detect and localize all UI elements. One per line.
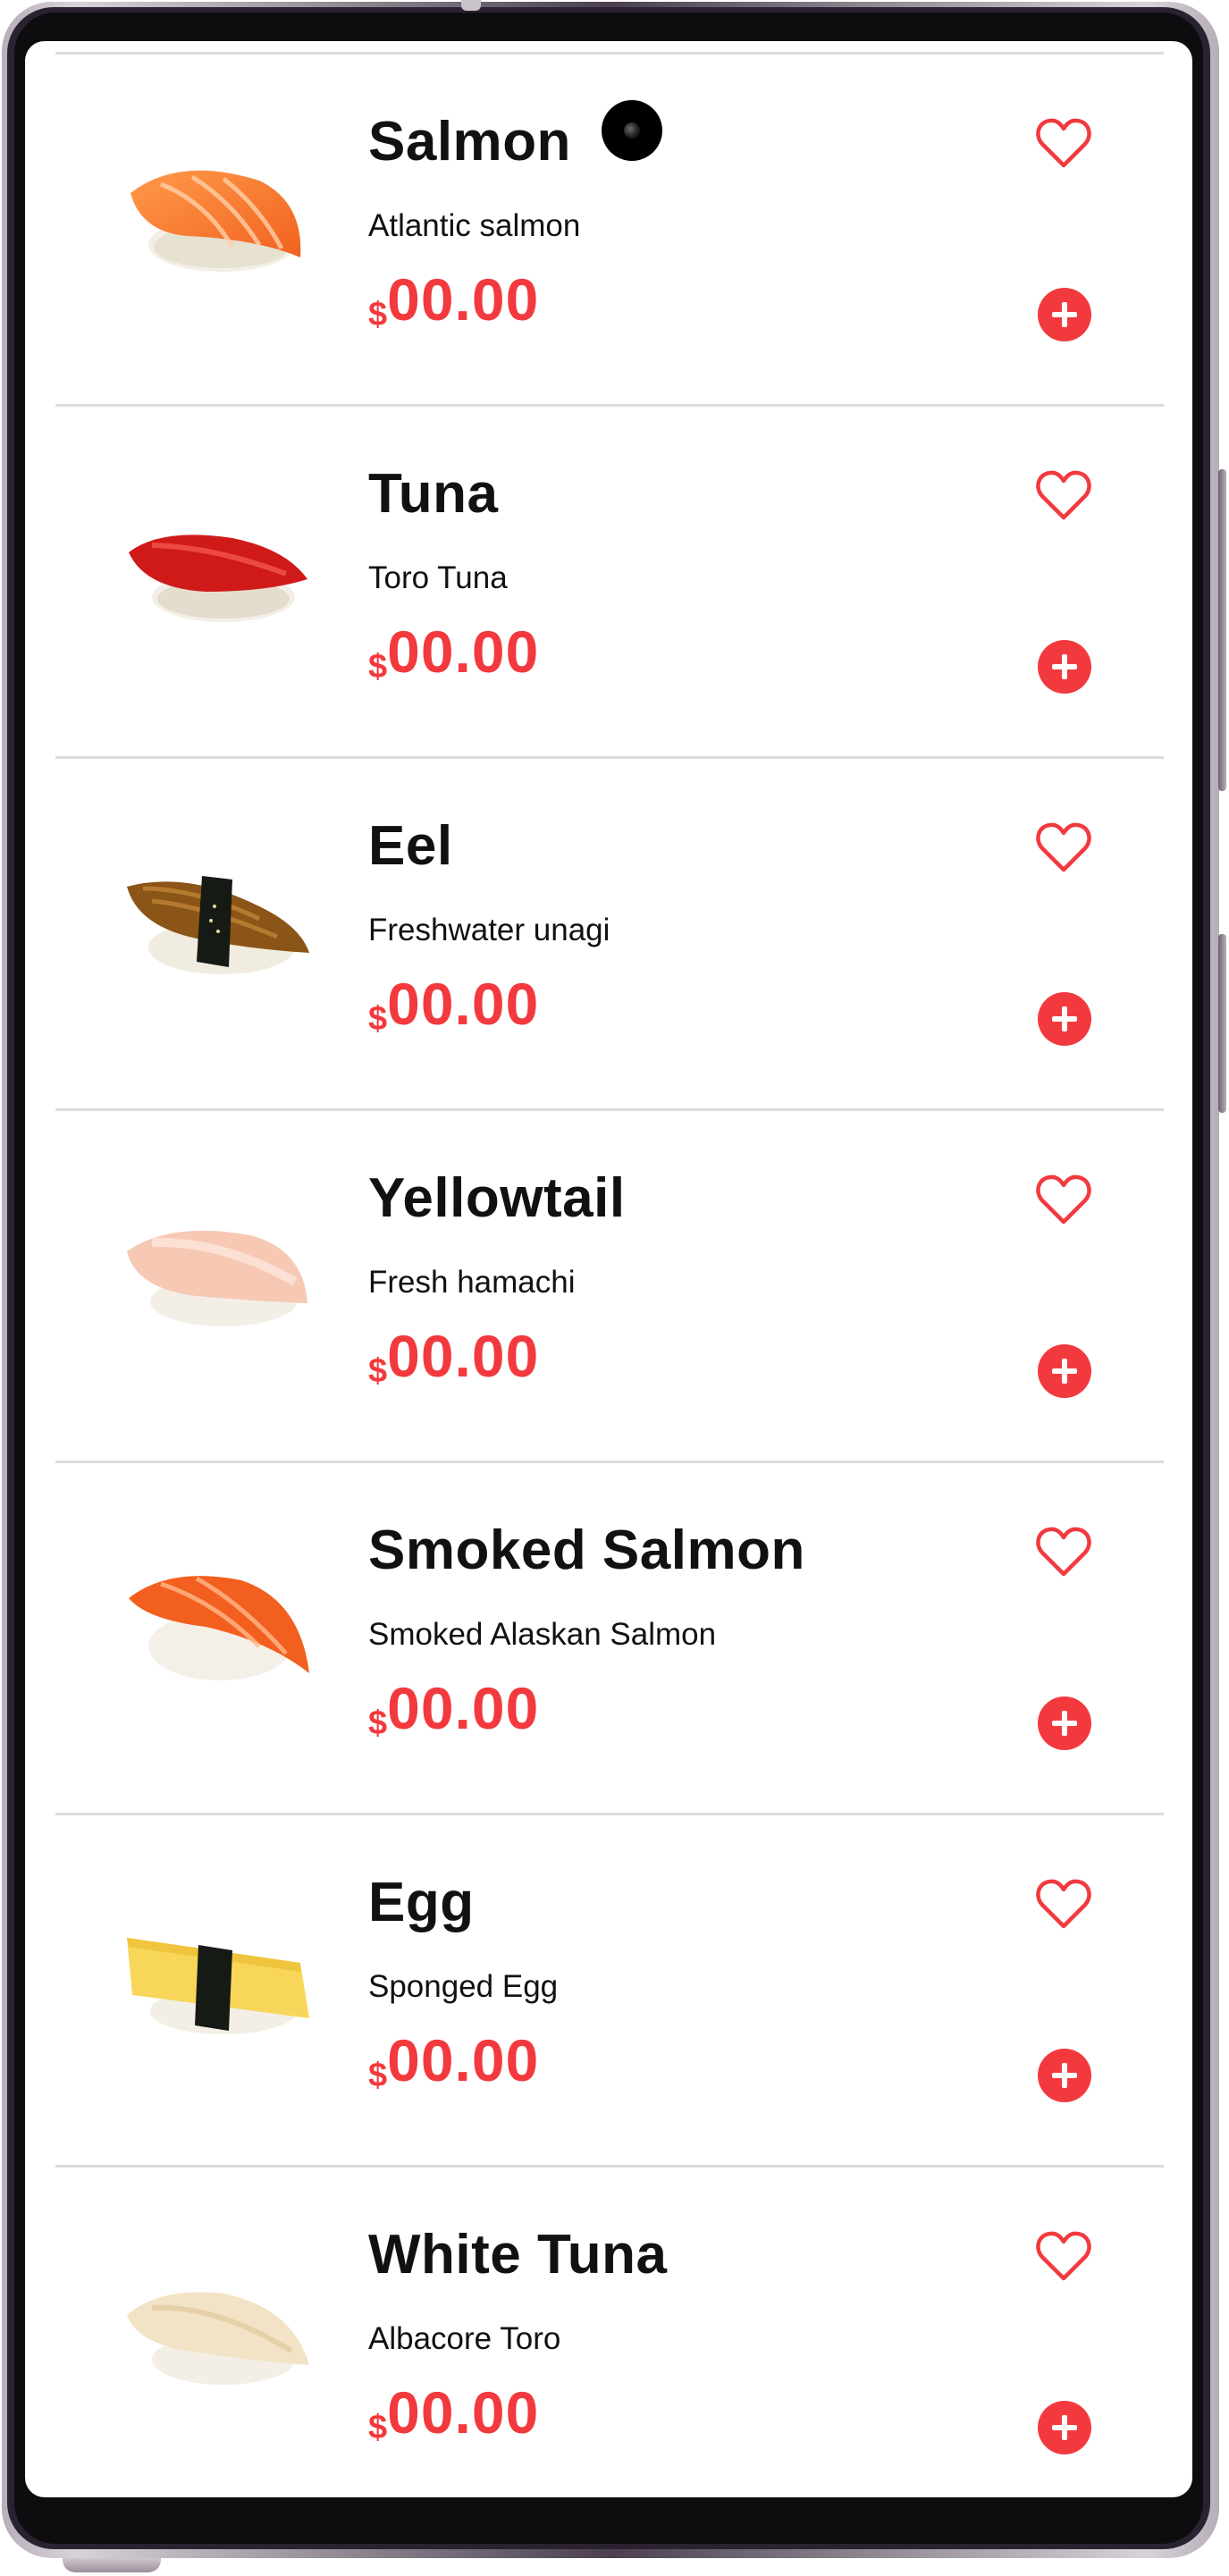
- item-price: $00.00: [368, 1674, 539, 1743]
- menu-item-yellowtail[interactable]: Yellowtail Fresh hamachi $00.00: [55, 1111, 1164, 1463]
- menu-item-smoked-salmon[interactable]: Smoked Salmon Smoked Alaskan Salmon $00.…: [55, 1463, 1164, 1815]
- currency-symbol: $: [368, 1000, 388, 1038]
- price-amount: 00.00: [387, 619, 540, 685]
- price-amount: 00.00: [387, 1675, 540, 1741]
- item-description: Albacore Toro: [368, 2321, 561, 2356]
- white-tuna-nigiri-image: [125, 2252, 313, 2404]
- heart-outline-icon[interactable]: [1036, 1878, 1091, 1930]
- currency-symbol: $: [368, 1705, 388, 1742]
- item-price: $00.00: [368, 1322, 539, 1391]
- plus-circle-icon[interactable]: [1038, 288, 1091, 341]
- item-name: Smoked Salmon: [368, 1520, 805, 1581]
- item-description: Atlantic salmon: [368, 208, 581, 243]
- price-amount: 00.00: [387, 1323, 540, 1389]
- price-amount: 00.00: [387, 971, 540, 1037]
- heart-outline-icon[interactable]: [1036, 1526, 1091, 1578]
- item-price: $00.00: [368, 618, 539, 686]
- egg-nigiri-image: [125, 1900, 313, 2052]
- yellowtail-nigiri-image: [125, 1196, 313, 1348]
- price-amount: 00.00: [387, 2379, 540, 2446]
- menu-item-tuna[interactable]: Tuna Toro Tuna $00.00: [55, 407, 1164, 759]
- item-description: Smoked Alaskan Salmon: [368, 1617, 717, 1652]
- power-button: [1218, 934, 1226, 1113]
- item-name: Egg: [368, 1872, 475, 1933]
- plus-circle-icon[interactable]: [1038, 1344, 1091, 1398]
- menu-list: Salmon Atlantic salmon $00.00 Tuna Toro …: [55, 52, 1164, 2497]
- item-name: Eel: [368, 815, 453, 877]
- menu-item-salmon[interactable]: Salmon Atlantic salmon $00.00: [55, 55, 1164, 407]
- plus-circle-icon[interactable]: [1038, 992, 1091, 1046]
- currency-symbol: $: [368, 648, 388, 686]
- item-description: Freshwater unagi: [368, 913, 610, 947]
- item-price: $00.00: [368, 2378, 539, 2447]
- item-price: $00.00: [368, 970, 539, 1039]
- tuna-nigiri-image: [125, 492, 313, 644]
- salmon-nigiri-image: [125, 139, 313, 291]
- volume-button: [1218, 469, 1226, 791]
- eel-nigiri-image: [125, 844, 313, 996]
- plus-circle-icon[interactable]: [1038, 2401, 1091, 2454]
- item-name: Salmon: [368, 111, 571, 173]
- item-description: Toro Tuna: [368, 560, 508, 595]
- plus-circle-icon[interactable]: [1038, 1696, 1091, 1750]
- smoked-salmon-nigiri-image: [125, 1548, 313, 1700]
- plus-circle-icon[interactable]: [1038, 2049, 1091, 2102]
- item-price: $00.00: [368, 2026, 539, 2095]
- plus-circle-icon[interactable]: [1038, 640, 1091, 694]
- front-camera: [602, 100, 662, 161]
- menu-item-white-tuna[interactable]: White Tuna Albacore Toro $00.00: [55, 2168, 1164, 2497]
- currency-symbol: $: [368, 296, 388, 333]
- currency-symbol: $: [368, 1352, 388, 1390]
- item-description: Sponged Egg: [368, 1969, 559, 2004]
- menu-item-egg[interactable]: Egg Sponged Egg $00.00: [55, 1815, 1164, 2168]
- currency-symbol: $: [368, 2409, 388, 2446]
- heart-outline-icon[interactable]: [1036, 469, 1091, 521]
- item-name: White Tuna: [368, 2224, 668, 2286]
- top-sensor: [461, 0, 481, 11]
- price-amount: 00.00: [387, 266, 540, 333]
- heart-outline-icon[interactable]: [1036, 1174, 1091, 1225]
- menu-item-eel[interactable]: Eel Freshwater unagi $00.00: [55, 759, 1164, 1111]
- bottom-port: [63, 2558, 161, 2572]
- heart-outline-icon[interactable]: [1036, 2230, 1091, 2282]
- phone-device: Salmon Atlantic salmon $00.00 Tuna Toro …: [0, 0, 1229, 2576]
- item-description: Fresh hamachi: [368, 1265, 576, 1300]
- item-price: $00.00: [368, 265, 539, 334]
- item-name: Yellowtail: [368, 1167, 626, 1229]
- screen: Salmon Atlantic salmon $00.00 Tuna Toro …: [25, 41, 1192, 2497]
- currency-symbol: $: [368, 2057, 388, 2094]
- item-name: Tuna: [368, 463, 499, 525]
- price-amount: 00.00: [387, 2027, 540, 2093]
- heart-outline-icon[interactable]: [1036, 117, 1091, 169]
- heart-outline-icon[interactable]: [1036, 821, 1091, 873]
